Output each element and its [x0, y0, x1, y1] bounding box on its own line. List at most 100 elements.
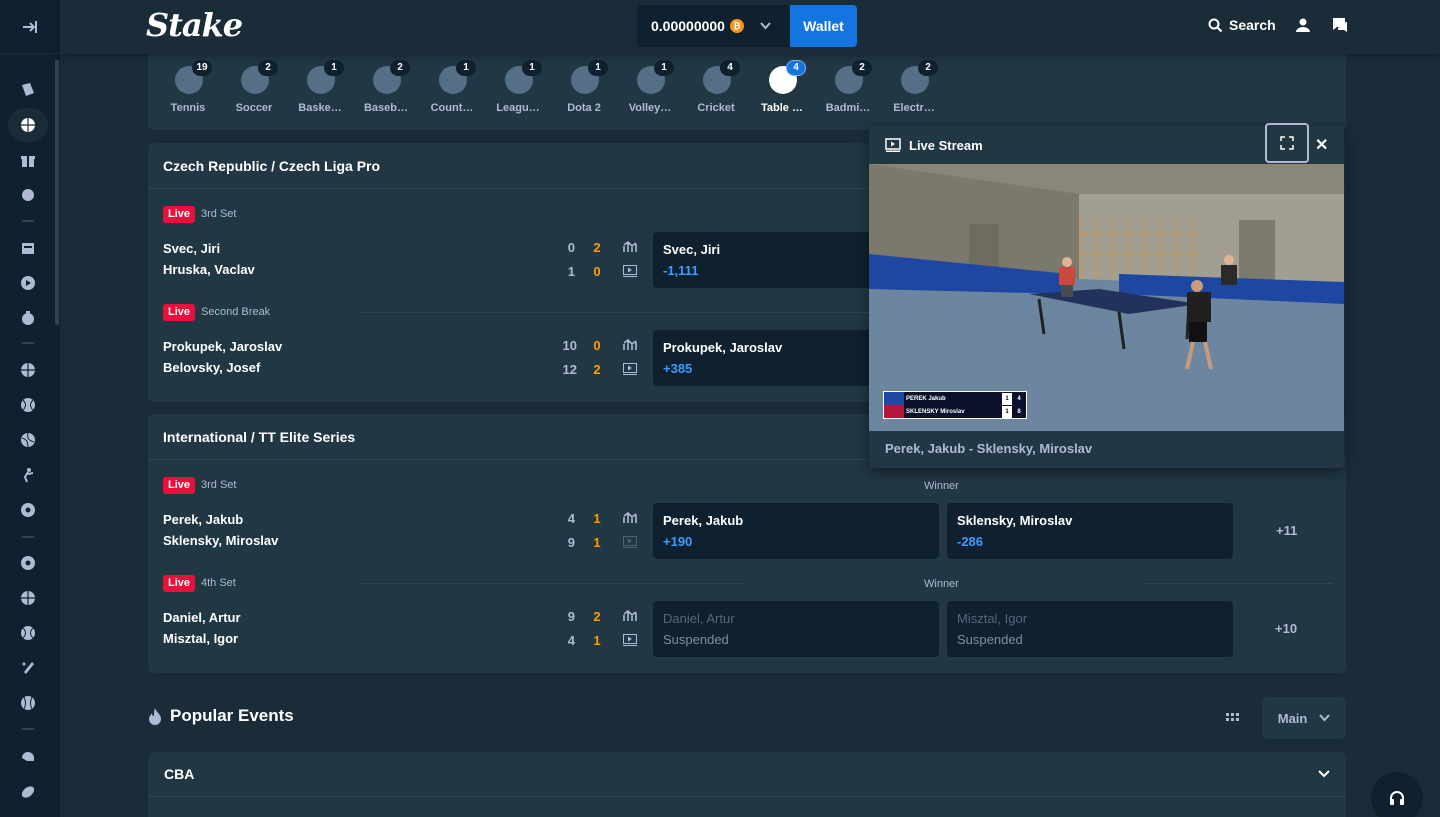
sidebar-item-promotions[interactable]	[16, 148, 40, 172]
sport-tab[interactable]: 4 Table …	[750, 60, 814, 120]
team2-games: 0	[593, 264, 601, 279]
sidebar-item-rugby[interactable]	[16, 780, 40, 804]
odds-team: Svec, Jiri	[663, 242, 721, 257]
sport-tab[interactable]: 1 Leagu…	[486, 60, 550, 120]
odds-button[interactable]: Svec, Jiri -1,111	[653, 232, 883, 288]
sidebar-item-tennis[interactable]	[16, 393, 40, 417]
sport-tab[interactable]: 2 Electr…	[882, 60, 946, 120]
team2-name[interactable]: Hruska, Vaclav	[163, 262, 255, 277]
match-status: 3rd Set	[201, 208, 237, 220]
odds-button-suspended: Daniel, Artur Suspended	[653, 601, 939, 657]
team2-name[interactable]: Misztal, Igor	[163, 631, 238, 646]
match-status: 3rd Set	[201, 479, 237, 491]
sport-tab[interactable]: 19 Tennis	[156, 60, 220, 120]
scoreboard-p1-sets: 1	[1002, 393, 1012, 405]
sidebar-scrollbar[interactable]	[55, 60, 59, 325]
odds-value: Suspended	[663, 632, 729, 647]
stats-icon[interactable]	[623, 512, 637, 524]
top-header: Stake 0.00000000 ₿ Wallet Search	[60, 0, 1440, 54]
team1-name[interactable]: Daniel, Artur	[163, 610, 241, 625]
more-markets-button[interactable]: +11	[1276, 523, 1297, 538]
team2-games: 2	[593, 362, 601, 377]
sidebar-item-live[interactable]	[8, 108, 48, 142]
market-label: Winner	[924, 578, 959, 590]
sidebar-item-volleyball[interactable]	[16, 428, 40, 452]
sidebar-item-soccer-2[interactable]	[16, 551, 40, 575]
fullscreen-button[interactable]	[1265, 123, 1309, 163]
sidebar-item-starting-soon[interactable]	[16, 306, 40, 330]
bets-icon	[22, 83, 34, 96]
stats-icon[interactable]	[623, 241, 637, 253]
row-separator	[359, 312, 869, 313]
sidebar-item-american-football[interactable]	[16, 745, 40, 769]
wallet-button[interactable]: Wallet	[790, 5, 857, 47]
sidebar-item-cricket[interactable]	[16, 656, 40, 680]
event-group-header[interactable]: CBA	[148, 752, 1346, 797]
sidebar-item-sponsorships[interactable]	[16, 183, 40, 207]
sport-count-badge: 4	[786, 60, 806, 76]
balance-selector[interactable]: 0.00000000 ₿	[637, 5, 790, 47]
market-view-value: Main	[1277, 710, 1308, 726]
chat-icon[interactable]	[1332, 17, 1350, 35]
team1-games: 2	[593, 240, 601, 255]
market-view-select[interactable]: Main	[1262, 697, 1346, 739]
team1-games: 2	[593, 609, 601, 624]
sidebar-item-soccer[interactable]	[16, 498, 40, 522]
team1-sets: 9	[567, 609, 575, 624]
live-stream-icon[interactable]	[623, 363, 637, 375]
sport-tab[interactable]: 2 Badmi…	[816, 60, 880, 120]
sidebar-item-baseball[interactable]	[16, 691, 40, 715]
team1-sets: 0	[567, 240, 575, 255]
user-icon[interactable]	[1295, 17, 1313, 35]
sidebar-item-basketball[interactable]	[16, 358, 40, 382]
odds-button[interactable]: Perek, Jakub +190	[653, 503, 939, 559]
sport-tab[interactable]: 2 Baseb…	[354, 60, 418, 120]
scoreboard-p2-sets: 1	[1002, 406, 1012, 418]
tennis-ball-icon	[21, 398, 35, 412]
search-button[interactable]: Search	[1208, 17, 1276, 33]
video-player[interactable]: PEREK Jakub SKLENSKY Miroslav 1 1 4 8	[869, 164, 1344, 431]
team1-name[interactable]: Prokupek, Jaroslav	[163, 339, 282, 354]
sport-tab[interactable]: 4 Cricket	[684, 60, 748, 120]
sport-tab[interactable]: 1 Count…	[420, 60, 484, 120]
more-markets-button[interactable]: +10	[1275, 621, 1297, 636]
team1-name[interactable]: Svec, Jiri	[163, 241, 220, 256]
team1-name[interactable]: Perek, Jakub	[163, 512, 243, 527]
stats-icon[interactable]	[623, 610, 637, 622]
sidebar-toggle-button[interactable]	[0, 0, 60, 54]
search-label: Search	[1229, 17, 1276, 33]
sport-tab[interactable]: 1 Dota 2	[552, 60, 616, 120]
odds-button[interactable]: Prokupek, Jaroslav +385	[653, 330, 883, 386]
sidebar-item-esports[interactable]	[16, 463, 40, 487]
sidebar-item-news[interactable]	[16, 236, 40, 260]
stats-icon[interactable]	[623, 339, 637, 351]
sport-tab[interactable]: 2 Soccer	[222, 60, 286, 120]
odds-button-suspended: Misztal, Igor Suspended	[947, 601, 1233, 657]
sidebar-item-live-events[interactable]	[16, 271, 40, 295]
sport-tab-label: Volley…	[628, 102, 672, 114]
team2-name[interactable]: Sklensky, Miroslav	[163, 533, 278, 548]
team1-sets: 10	[562, 338, 577, 353]
sport-tab[interactable]: 1 Volley…	[618, 60, 682, 120]
team2-name[interactable]: Belovsky, Josef	[163, 360, 260, 375]
live-stream-icon[interactable]	[623, 265, 637, 277]
sidebar-item-basketball-2[interactable]	[16, 586, 40, 610]
live-stream-icon[interactable]	[623, 634, 637, 646]
team2-sets: 9	[567, 535, 575, 550]
stake-logo[interactable]: Stake	[146, 6, 243, 44]
chevron-down-icon	[760, 19, 771, 33]
sport-tab[interactable]: 1 Baske…	[288, 60, 352, 120]
sidebar-divider	[22, 342, 34, 344]
team2-sets: 12	[562, 362, 577, 377]
odds-button[interactable]: Sklensky, Miroslav -286	[947, 503, 1233, 559]
live-stream-icon[interactable]	[623, 536, 637, 548]
sidebar-item-my-bets[interactable]	[16, 78, 40, 102]
sidebar-item-tennis-2[interactable]	[16, 621, 40, 645]
chevron-down-icon	[1319, 714, 1331, 722]
sport-tab-label: Dota 2	[567, 102, 601, 114]
close-icon[interactable]: ✕	[1315, 135, 1328, 155]
live-support-button[interactable]	[1371, 772, 1423, 817]
odds-value: Suspended	[957, 632, 1023, 647]
grid-view-icon[interactable]	[1226, 713, 1240, 723]
chevron-down-icon	[1318, 770, 1330, 778]
